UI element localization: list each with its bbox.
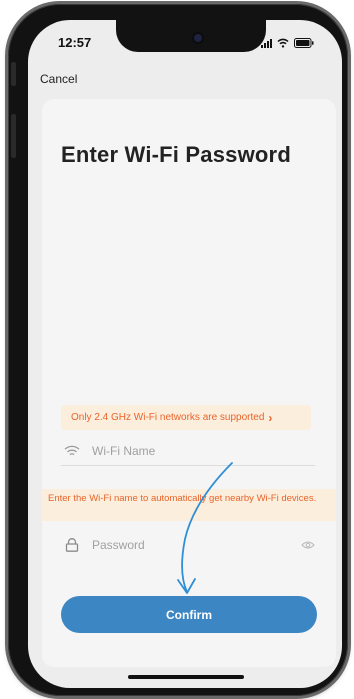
frequency-notice-banner[interactable]: Only 2.4 GHz Wi-Fi networks are supporte… (61, 405, 311, 430)
phone-frame: 12:57 Cancel Enter Wi-Fi Password Only 2… (8, 4, 348, 696)
confirm-button[interactable]: Confirm (61, 596, 317, 633)
wifi-icon (277, 38, 289, 48)
battery-icon (294, 38, 314, 48)
chevron-right-icon: › (268, 410, 273, 425)
volume-down-button (11, 114, 16, 158)
status-time: 12:57 (58, 35, 92, 50)
annotation-arrow-icon (177, 462, 233, 594)
screen: 12:57 Cancel Enter Wi-Fi Password Only 2… (28, 20, 342, 688)
wifi-name-row (61, 437, 315, 466)
content-card: Enter Wi-Fi Password Only 2.4 GHz Wi-Fi … (42, 99, 336, 667)
home-indicator (128, 675, 244, 679)
notch (116, 20, 266, 52)
wifi-icon (61, 445, 83, 457)
wifi-name-input[interactable] (92, 444, 315, 458)
front-camera-icon (194, 34, 202, 42)
lock-icon (61, 538, 83, 552)
cancel-button[interactable]: Cancel (40, 72, 77, 86)
volume-up-button (11, 62, 16, 86)
wifi-name-hint: Enter the Wi-Fi name to automatically ge… (42, 489, 336, 521)
notice-text: Only 2.4 GHz Wi-Fi networks are supporte… (71, 412, 265, 423)
password-row (61, 531, 315, 559)
status-icons (261, 38, 314, 48)
show-password-eye-icon[interactable] (301, 539, 315, 553)
signal-icon (261, 39, 272, 48)
password-input[interactable] (92, 538, 315, 552)
page-title: Enter Wi-Fi Password (61, 142, 291, 167)
